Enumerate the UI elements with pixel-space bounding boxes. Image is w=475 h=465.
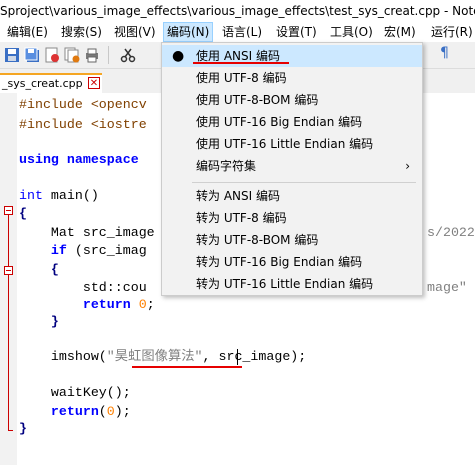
menu-language[interactable]: 语言(L) — [219, 22, 265, 42]
menu-tools[interactable]: 工具(O) — [327, 22, 376, 42]
encoding-dropdown-menu: ● 使用 ANSI 编码 使用 UTF-8 编码 使用 UTF-8-BOM 编码 … — [161, 42, 423, 296]
menu-macro[interactable]: 宏(M) — [381, 22, 419, 42]
checked-bullet-icon: ● — [172, 48, 185, 64]
fold-line — [8, 215, 9, 430]
cut-icon[interactable] — [120, 47, 136, 63]
code-line-17: waitKey(); — [19, 385, 131, 400]
menu-separator — [192, 182, 416, 183]
tab-label: _sys_creat.cpp — [2, 77, 83, 90]
menu-search[interactable]: 搜索(S) — [58, 22, 105, 42]
menu-use-utf8[interactable]: 使用 UTF-8 编码 — [162, 67, 422, 89]
pilcrow-icon[interactable]: ¶ — [440, 45, 449, 61]
close-all-icon[interactable] — [64, 47, 80, 63]
menu-use-utf16-le[interactable]: 使用 UTF-16 Little Endian 编码 — [162, 133, 422, 155]
print-icon[interactable] — [84, 47, 100, 63]
code-line-7: { — [19, 206, 27, 221]
code-line-4: using namespace — [19, 152, 139, 167]
code-line-8: Mat src_image — [19, 225, 155, 240]
window-title: Sproject\various_image_effects\various_i… — [0, 0, 475, 22]
menu-convert-utf16-le[interactable]: 转为 UTF-16 Little Endian 编码 — [162, 273, 422, 295]
menu-charset[interactable]: 编码字符集 › — [162, 155, 422, 177]
code-line-2: #include <iostre — [19, 117, 147, 132]
menu-convert-utf8[interactable]: 转为 UTF-8 编码 — [162, 207, 422, 229]
code-line-19: } — [19, 421, 27, 436]
menu-convert-ansi[interactable]: 转为 ANSI 编码 — [162, 185, 422, 207]
menu-convert-utf8-bom[interactable]: 转为 UTF-8-BOM 编码 — [162, 229, 422, 251]
submenu-arrow-icon: › — [405, 159, 410, 173]
menu-encoding[interactable]: 编码(N) — [163, 22, 214, 42]
code-line-11-tail: mage" — [427, 280, 467, 295]
close-icon[interactable] — [44, 47, 60, 63]
text-cursor — [237, 349, 238, 365]
annotation-underline — [132, 366, 242, 368]
save-icon[interactable] — [4, 47, 20, 63]
fold-toggle-icon[interactable] — [4, 266, 13, 275]
menu-convert-utf16-be[interactable]: 转为 UTF-16 Big Endian 编码 — [162, 251, 422, 273]
code-line-18: return(0); — [19, 404, 131, 419]
annotation-underline — [193, 62, 289, 64]
code-line-8-tail: s/2022 — [427, 225, 475, 240]
toolbar-separator — [108, 46, 109, 64]
fold-end-marker — [8, 430, 13, 431]
menu-edit[interactable]: 编辑(E) — [4, 22, 51, 42]
menu-settings[interactable]: 设置(T) — [273, 22, 320, 42]
tab-test-sys-creat[interactable]: _sys_creat.cpp ✕ — [0, 73, 102, 93]
code-line-6: int main() — [19, 188, 99, 203]
fold-toggle-icon[interactable] — [4, 206, 13, 215]
code-line-10: { — [19, 262, 59, 277]
code-line-15: imshow("昊虹图像算法", src_image); — [19, 349, 307, 364]
menu-view[interactable]: 视图(V) — [111, 22, 159, 42]
menu-use-utf8-bom[interactable]: 使用 UTF-8-BOM 编码 — [162, 89, 422, 111]
code-line-13: } — [19, 314, 59, 329]
menu-run[interactable]: 运行(R) — [428, 22, 475, 42]
code-line-1: #include <opencv — [19, 97, 147, 112]
menu-use-utf16-be[interactable]: 使用 UTF-16 Big Endian 编码 — [162, 111, 422, 133]
save-all-icon[interactable] — [24, 47, 40, 63]
tab-close-icon[interactable]: ✕ — [88, 77, 100, 89]
code-line-9: if (src_imag — [19, 243, 147, 258]
menu-bar: 编辑(E) 搜索(S) 视图(V) 编码(N) 语言(L) 设置(T) 工具(O… — [0, 22, 475, 42]
